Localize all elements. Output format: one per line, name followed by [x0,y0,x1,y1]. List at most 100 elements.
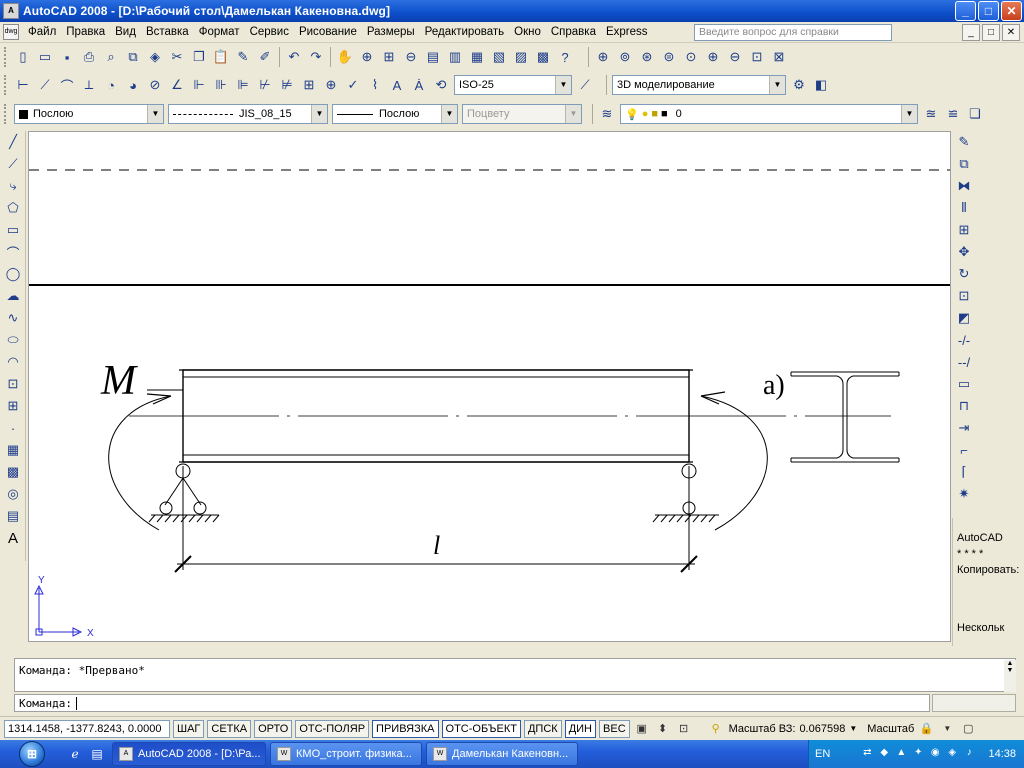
workspace-save-icon[interactable]: ◧ [810,74,832,96]
clock[interactable]: 14:38 [988,748,1016,760]
dim-update-icon[interactable]: ⟲ [430,74,452,96]
help-search-input[interactable]: Введите вопрос для справки [694,24,892,41]
arc-icon[interactable]: ⌒ [2,241,24,263]
dimension-style-select[interactable]: ISO-25 ▼ [454,75,572,95]
tray-app-icon[interactable]: ✦ [911,747,925,761]
menu-modify[interactable]: Редактировать [420,26,509,38]
tolerance-icon[interactable]: ⊞ [298,74,320,96]
properties-icon[interactable]: ▤ [422,46,444,68]
explode-icon[interactable]: ✷ [953,483,975,505]
tray-app-icon[interactable]: ◉ [928,747,942,761]
inspection-icon[interactable]: ✓ [342,74,364,96]
layer-manager-icon[interactable]: ≋ [596,103,618,125]
zoom-extents-icon[interactable]: ⊠ [768,46,790,68]
moment-label[interactable]: M [100,358,138,404]
ducs-toggle[interactable]: ДПСК [523,719,562,738]
radius-dim-icon[interactable]: ◔ [100,74,122,96]
zoom-scale-icon[interactable]: ⊜ [658,46,680,68]
chevron-down-icon[interactable]: ▼ [769,76,785,94]
chevron-down-icon[interactable]: ▼ [311,105,327,123]
jogged-linear-icon[interactable]: ⌇ [364,74,386,96]
spline-icon[interactable]: ∿ [2,307,24,329]
lineweight-select[interactable]: Послою ▼ [332,104,458,124]
quick-launch-icon[interactable]: ▤ [86,743,108,765]
arc-length-icon[interactable]: ⌒ [56,74,78,96]
doc-restore-button[interactable]: □ [982,24,1000,41]
left-pin-support[interactable] [148,463,220,523]
rotate-icon[interactable]: ↻ [953,263,975,285]
chevron-down-icon[interactable]: ▼ [555,76,571,94]
viewport-icon[interactable]: ⊡ [675,720,693,738]
diameter-dim-icon[interactable]: ⊘ [144,74,166,96]
command-hscroll[interactable] [932,694,1016,712]
dyn-toggle[interactable]: ДИН [564,719,597,738]
construction-line-icon[interactable]: ⟋ [2,153,24,175]
publish-icon[interactable]: ⧉ [122,46,144,68]
polar-toggle[interactable]: ОТС-ПОЛЯР [295,719,370,738]
zoom-realtime-icon[interactable]: ⊕ [356,46,378,68]
zoom-in-icon[interactable]: ⊕ [702,46,724,68]
markup-icon[interactable]: ▨ [510,46,532,68]
dim-break-icon[interactable]: ⊭ [276,74,298,96]
color-select[interactable]: Послою ▼ [14,104,164,124]
zoom-all-icon[interactable]: ⊡ [746,46,768,68]
design-center-icon[interactable]: ▥ [444,46,466,68]
dim-style-icon[interactable]: ⟋ [574,74,596,96]
join-icon[interactable]: ⇥ [953,417,975,439]
start-button[interactable]: ⊞ [0,740,64,768]
right-roller-support[interactable] [652,463,719,523]
section-label[interactable]: а) [763,370,785,401]
otrack-toggle[interactable]: ОТС-ОБЪЕКТ [441,719,521,738]
zoom-window-icon[interactable]: ⊞ [378,46,400,68]
multiline-text-icon[interactable]: A [2,527,24,549]
toolbar-grip[interactable] [4,75,8,95]
toolbar-grip[interactable] [4,104,8,124]
array-icon[interactable]: ⊞ [953,219,975,241]
linetype-select[interactable]: JIS_08_15 ▼ [168,104,328,124]
3d-dwf-icon[interactable]: ◈ [144,46,166,68]
menu-tools[interactable]: Сервис [245,26,294,38]
tray-app-icon[interactable]: ◈ [945,747,959,761]
grid-toggle[interactable]: СЕТКА [207,719,252,738]
dim-text-edit-icon[interactable]: Ȧ [408,74,430,96]
chevron-down-icon[interactable]: ▼ [147,105,163,123]
dim-space-icon[interactable]: ⊬ [254,74,276,96]
ortho-toggle[interactable]: ОРТО [254,719,293,738]
workspace-select[interactable]: 3D моделирование ▼ [612,75,786,95]
block-editor-icon[interactable]: ✐ [254,46,276,68]
menu-window[interactable]: Окно [509,26,546,38]
gradient-icon[interactable]: ▩ [2,461,24,483]
internet-explorer-icon[interactable]: ℯ [64,743,86,765]
menu-file[interactable]: Файл [23,26,61,38]
annotation-scale-value[interactable]: 0.067598 [799,723,845,735]
clean-screen-icon[interactable]: ▢ [959,720,977,738]
snap-toggle[interactable]: ШАГ [173,719,205,738]
circle-icon[interactable]: ◯ [2,263,24,285]
trim-icon[interactable]: -/- [953,329,975,351]
osnap-toggle[interactable]: ПРИВЯЗКА [372,719,439,738]
ellipse-icon[interactable]: ⬭ [2,329,24,351]
hatch-icon[interactable]: ▦ [2,439,24,461]
save-icon[interactable]: ▪ [56,46,78,68]
revision-cloud-icon[interactable]: ☁ [2,285,24,307]
table-icon[interactable]: ▤ [2,505,24,527]
tool-palettes-icon[interactable]: ▦ [466,46,488,68]
polyline-icon[interactable]: ⤷ [2,175,24,197]
undo-icon[interactable]: ↶ [283,46,305,68]
linear-dim-icon[interactable]: ⊢ [12,74,34,96]
taskbar-item-word-2[interactable]: W Дамелькан Какеновн... [426,742,578,766]
taskbar-item-autocad[interactable]: A AutoCAD 2008 - [D:\Ра... [112,742,266,766]
new-icon[interactable]: ▯ [12,46,34,68]
layer-previous-icon[interactable]: ≌ [942,103,964,125]
lock-icon[interactable]: 🔒 [917,720,935,738]
antivirus-icon[interactable]: ◆ [877,747,891,761]
menu-edit[interactable]: Правка [61,26,110,38]
aligned-dim-icon[interactable]: ⟋ [34,74,56,96]
annotation-visibility-icon[interactable]: ⚲ [707,720,725,738]
autocad-app-icon[interactable]: A [3,3,19,19]
chevron-down-icon[interactable]: ▼ [849,724,857,733]
plot-icon[interactable]: ⎙ [78,46,100,68]
rectangle-icon[interactable]: ▭ [2,219,24,241]
copy-object-icon[interactable]: ⧉ [953,153,975,175]
quick-dim-icon[interactable]: ⊩ [188,74,210,96]
